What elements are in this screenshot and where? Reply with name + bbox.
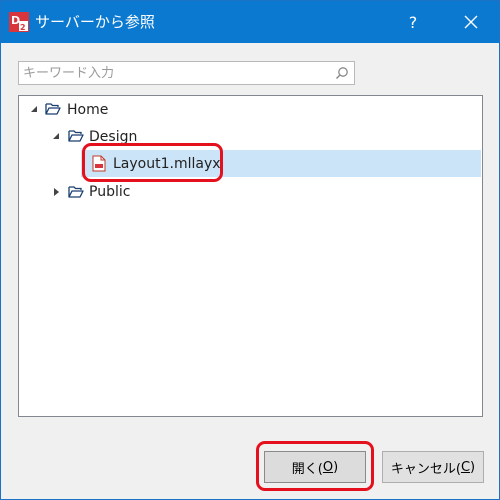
folder-open-icon bbox=[45, 103, 61, 115]
svg-text:D: D bbox=[11, 14, 20, 27]
tree-item-file-label-row[interactable]: Layout1.mllayx bbox=[113, 152, 221, 176]
search-input[interactable] bbox=[23, 62, 323, 84]
svg-text:2: 2 bbox=[20, 23, 26, 32]
tree-item-label: Home bbox=[67, 102, 109, 118]
collapse-arrow-icon[interactable] bbox=[51, 131, 61, 141]
cancel-button-label: キャンセル( bbox=[390, 461, 461, 477]
tree-item-label: Design bbox=[89, 129, 138, 145]
close-icon bbox=[464, 15, 478, 29]
designer-app-icon: D 2 bbox=[9, 12, 29, 32]
folder-tree[interactable]: Home Design Layout1.mllayx Public bbox=[18, 95, 483, 417]
close-button[interactable] bbox=[451, 1, 491, 43]
tree-item-design[interactable]: Design bbox=[89, 125, 137, 149]
help-button[interactable]: ? bbox=[393, 1, 433, 43]
title-bar: D 2 サーバーから参照 ? bbox=[1, 1, 499, 43]
open-mnemonic: O bbox=[322, 459, 334, 475]
search-icon[interactable] bbox=[335, 66, 349, 80]
layout-file-icon bbox=[92, 155, 106, 172]
search-box[interactable] bbox=[18, 61, 355, 85]
open-button-label: 開く( bbox=[291, 461, 323, 477]
cancel-mnemonic: C bbox=[460, 459, 471, 475]
expand-arrow-icon[interactable] bbox=[51, 187, 61, 197]
folder-open-icon bbox=[68, 130, 84, 142]
tree-item-public[interactable]: Public bbox=[89, 180, 130, 204]
dialog-title: サーバーから参照 bbox=[35, 13, 155, 31]
tree-item-home[interactable]: Home bbox=[67, 98, 108, 122]
tree-item-label: Public bbox=[89, 184, 131, 200]
help-label: ? bbox=[408, 12, 418, 32]
cancel-button[interactable]: キャンセル(C) bbox=[382, 451, 484, 483]
folder-open-icon bbox=[68, 186, 84, 198]
open-button[interactable]: 開く(O) bbox=[264, 451, 366, 483]
tree-item-label: Layout1.mllayx bbox=[113, 156, 221, 172]
open-button-suffix: ) bbox=[333, 459, 339, 475]
cancel-button-suffix: ) bbox=[470, 459, 476, 475]
collapse-arrow-icon[interactable] bbox=[29, 104, 39, 114]
browse-server-dialog: D 2 サーバーから参照 ? Home bbox=[0, 0, 500, 500]
